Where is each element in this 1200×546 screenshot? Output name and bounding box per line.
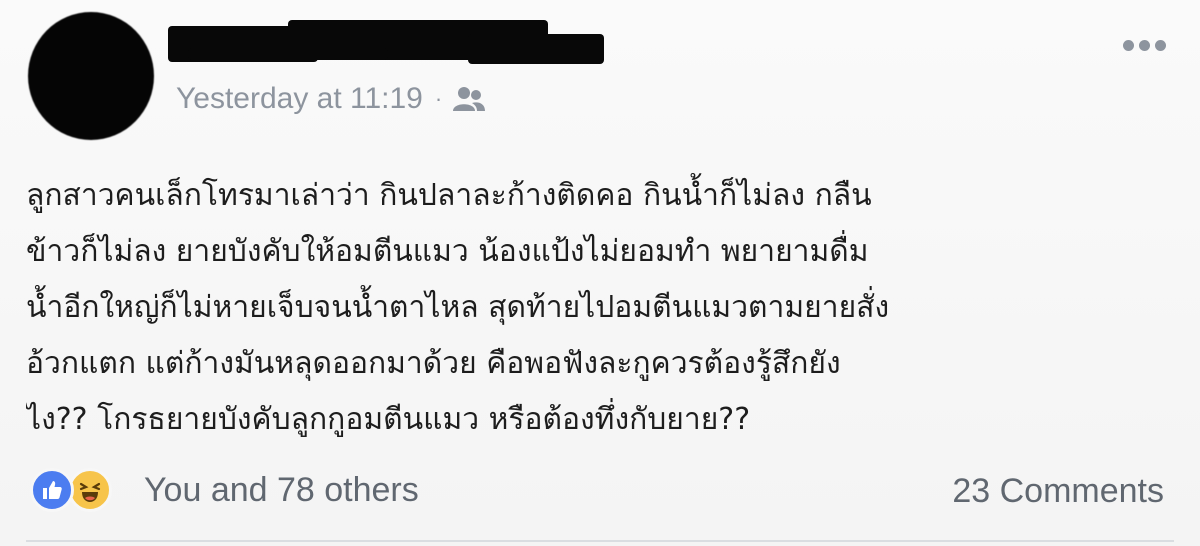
reaction-icons — [30, 466, 134, 514]
post-timestamp[interactable]: Yesterday at 11:19 — [176, 82, 423, 116]
like-icon — [30, 468, 74, 512]
post-body-line: อ้วกแตก แต่ก้างมันหลุดออกมาด้วย คือพอฟัง… — [26, 346, 841, 381]
friends-icon[interactable] — [452, 85, 486, 113]
avatar[interactable] — [28, 12, 154, 140]
author-name-redacted[interactable] — [168, 20, 604, 66]
haha-icon — [68, 468, 112, 512]
reactions-summary[interactable]: You and 78 others — [30, 466, 419, 514]
post-body-line: ข้าวก็ไม่ลง ยายบังคับให้อมตีนแมว น้องแป้… — [26, 234, 869, 269]
post-body-line: ไง?? โกรธยายบังคับลูกกูอมตีนแมว หรือต้อง… — [26, 402, 751, 437]
post-body-line: น้ำอีกใหญ่ก็ไม่หายเจ็บจนน้ำตาไหล สุดท้าย… — [26, 290, 890, 325]
divider — [26, 540, 1174, 542]
comments-count-link[interactable]: 23 Comments — [952, 472, 1164, 511]
post-meta: Yesterday at 11:19 · — [176, 82, 486, 116]
meta-separator: · — [434, 86, 443, 111]
more-options-icon[interactable] — [1123, 40, 1166, 51]
post-body-line: ลูกสาวคนเล็กโทรมาเล่าว่า กินปลาละก้างติด… — [26, 178, 872, 213]
reactions-label[interactable]: You and 78 others — [144, 471, 419, 510]
post-body: ลูกสาวคนเล็กโทรมาเล่าว่า กินปลาละก้างติด… — [26, 168, 1176, 448]
facebook-post: Yesterday at 11:19 · ลูกสาวคนเล็กโทรมาเล… — [0, 0, 1200, 546]
